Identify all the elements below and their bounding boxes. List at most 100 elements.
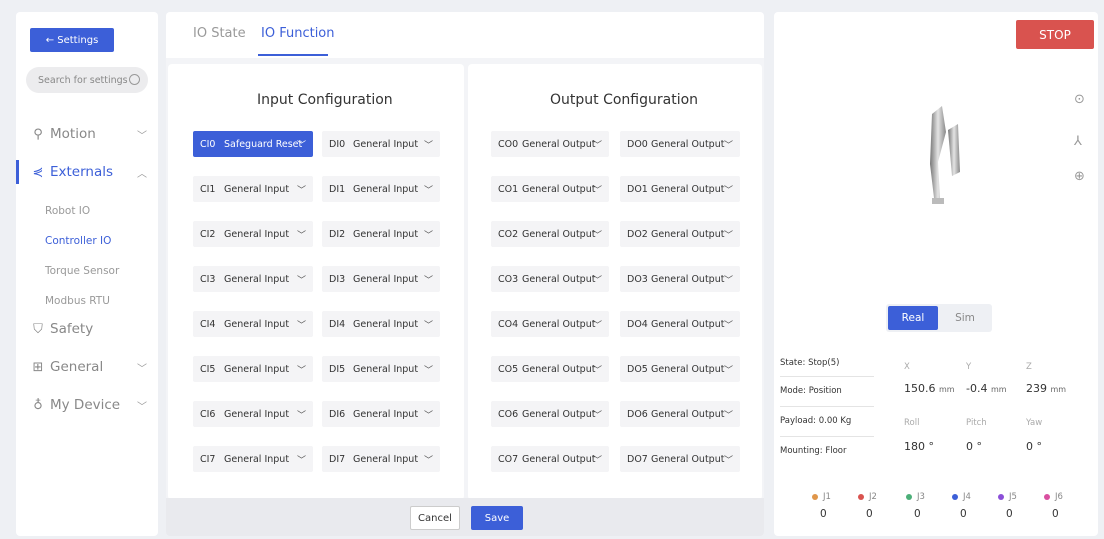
ci2-dropdown[interactable]: CI2 General Input ﹀	[193, 221, 313, 247]
footer-bar: Cancel Save	[166, 498, 764, 536]
ci1-dropdown[interactable]: CI1 General Input ﹀	[193, 176, 313, 202]
joint-name: J5	[1009, 492, 1017, 502]
io-panel: IO State IO Function Input Configuration…	[166, 12, 764, 536]
mounting-text: Mounting: Floor	[780, 446, 847, 456]
di1-dropdown[interactable]: DI1 General Input ﹀	[322, 176, 440, 202]
chevron-down-icon: ﹀	[592, 185, 602, 196]
dropdown-value: General Output	[651, 363, 725, 375]
co1-dropdown[interactable]: CO1 General Output ﹀	[491, 176, 609, 202]
di4-dropdown[interactable]: DI4 General Input ﹀	[322, 311, 440, 337]
joint-label-j3: J3	[906, 492, 925, 502]
pitch-header: Pitch	[966, 418, 987, 428]
joint-name: J2	[869, 492, 877, 502]
chevron-down-icon: ﹀	[296, 320, 306, 331]
chevron-down-icon: ﹀	[723, 365, 733, 376]
co7-dropdown[interactable]: CO7 General Output ﹀	[491, 446, 609, 472]
dropdown-value: General Input	[224, 408, 290, 420]
location-icon[interactable]: ⊙	[1074, 92, 1085, 107]
pin-label: CI4	[200, 318, 216, 330]
sub-item-modbus-rtu[interactable]: Modbus RTU	[45, 295, 110, 307]
ci7-dropdown[interactable]: CI7 General Input ﹀	[193, 446, 313, 472]
do1-dropdown[interactable]: DO1 General Output ﹀	[620, 176, 740, 202]
sub-item-robot-io[interactable]: Robot IO	[45, 205, 90, 217]
nav-safety[interactable]: ⛉ Safety	[16, 316, 158, 342]
pin-label: CI6	[200, 408, 216, 420]
chevron-down-icon: ﹀	[723, 320, 733, 331]
nav-motion[interactable]: ⚲ Motion ﹀	[16, 121, 158, 147]
co0-dropdown[interactable]: CO0 General Output ﹀	[491, 131, 609, 157]
do2-dropdown[interactable]: DO2 General Output ﹀	[620, 221, 740, 247]
di6-dropdown[interactable]: DI6 General Input ﹀	[322, 401, 440, 427]
real-mode-button[interactable]: Real	[888, 306, 938, 330]
pin-label: DI0	[329, 138, 346, 150]
chevron-down-icon: ﹀	[423, 455, 433, 466]
joint-label-j4: J4	[952, 492, 971, 502]
ci6-dropdown[interactable]: CI6 General Input ﹀	[193, 401, 313, 427]
roll-value: 180 °	[904, 440, 934, 453]
nav-general[interactable]: ⊞ General ﹀	[16, 354, 158, 380]
dropdown-value: General Output	[522, 408, 596, 420]
x-value-number: 150.6	[904, 382, 936, 395]
sub-item-controller-io[interactable]: Controller IO	[45, 235, 111, 247]
dropdown-value: General Input	[224, 228, 290, 240]
ci4-dropdown[interactable]: CI4 General Input ﹀	[193, 311, 313, 337]
search-input[interactable]: Search for settings	[26, 67, 148, 93]
ci5-dropdown[interactable]: CI5 General Input ﹀	[193, 356, 313, 382]
joint-color-dot	[906, 493, 912, 500]
ci0-dropdown[interactable]: CI0 Safeguard Reset ﹀	[193, 131, 313, 157]
sub-item-torque-sensor[interactable]: Torque Sensor	[45, 265, 119, 277]
crosshair-icon[interactable]: ⊕	[1074, 169, 1085, 184]
co6-dropdown[interactable]: CO6 General Output ﹀	[491, 401, 609, 427]
chevron-down-icon: ﹀	[723, 410, 733, 421]
di5-dropdown[interactable]: DI5 General Input ﹀	[322, 356, 440, 382]
stop-button[interactable]: STOP	[1016, 20, 1094, 49]
di2-dropdown[interactable]: DI2 General Input ﹀	[322, 221, 440, 247]
dropdown-value: General Output	[651, 228, 725, 240]
state-text: State: Stop(5)	[780, 358, 840, 368]
back-to-settings-button[interactable]: ← Settings	[30, 28, 114, 52]
do6-dropdown[interactable]: DO6 General Output ﹀	[620, 401, 740, 427]
chevron-down-icon: ﹀	[423, 275, 433, 286]
y-value: -0.4 mm	[966, 382, 1007, 395]
nav-externals-label: Externals	[50, 164, 114, 180]
di7-dropdown[interactable]: DI7 General Input ﹀	[322, 446, 440, 472]
z-value: 239 mm	[1026, 382, 1066, 395]
joint-name: J4	[963, 492, 971, 502]
co3-dropdown[interactable]: CO3 General Output ﹀	[491, 266, 609, 292]
input-config-title: Input Configuration	[257, 92, 393, 108]
di0-dropdown[interactable]: DI0 General Input ﹀	[322, 131, 440, 157]
chevron-down-icon: ﹀	[592, 230, 602, 241]
do3-dropdown[interactable]: DO3 General Output ﹀	[620, 266, 740, 292]
yaw-header: Yaw	[1026, 418, 1043, 428]
nav-my-device[interactable]: ♁ My Device ﹀	[16, 392, 158, 418]
pin-label: DI5	[329, 363, 346, 375]
dropdown-value: General Input	[224, 183, 290, 195]
nav-externals[interactable]: ⋞ Externals ︿	[16, 159, 158, 185]
do4-dropdown[interactable]: DO4 General Output ﹀	[620, 311, 740, 337]
active-indicator	[16, 160, 19, 184]
ci3-dropdown[interactable]: CI3 General Input ﹀	[193, 266, 313, 292]
do7-dropdown[interactable]: DO7 General Output ﹀	[620, 446, 740, 472]
dropdown-value: General Output	[522, 138, 596, 150]
pin-label: CI7	[200, 453, 216, 465]
tab-io-function[interactable]: IO Function	[261, 26, 335, 41]
axes-icon[interactable]: ⅄	[1074, 134, 1082, 149]
cancel-button[interactable]: Cancel	[410, 506, 460, 530]
pin-label: DI4	[329, 318, 346, 330]
joint-color-dot	[998, 493, 1004, 500]
dropdown-value: General Input	[224, 318, 290, 330]
di3-dropdown[interactable]: DI3 General Input ﹀	[322, 266, 440, 292]
save-button[interactable]: Save	[471, 506, 523, 530]
pin-label: DI3	[329, 273, 346, 285]
chevron-down-icon: ﹀	[592, 410, 602, 421]
co5-dropdown[interactable]: CO5 General Output ﹀	[491, 356, 609, 382]
pin-label: DI1	[329, 183, 346, 195]
sim-mode-button[interactable]: Sim	[940, 306, 990, 330]
dropdown-value: General Output	[651, 408, 725, 420]
do5-dropdown[interactable]: DO5 General Output ﹀	[620, 356, 740, 382]
co2-dropdown[interactable]: CO2 General Output ﹀	[491, 221, 609, 247]
do0-dropdown[interactable]: DO0 General Output ﹀	[620, 131, 740, 157]
dropdown-value: General Input	[353, 138, 419, 150]
tab-io-state[interactable]: IO State	[193, 26, 246, 41]
co4-dropdown[interactable]: CO4 General Output ﹀	[491, 311, 609, 337]
